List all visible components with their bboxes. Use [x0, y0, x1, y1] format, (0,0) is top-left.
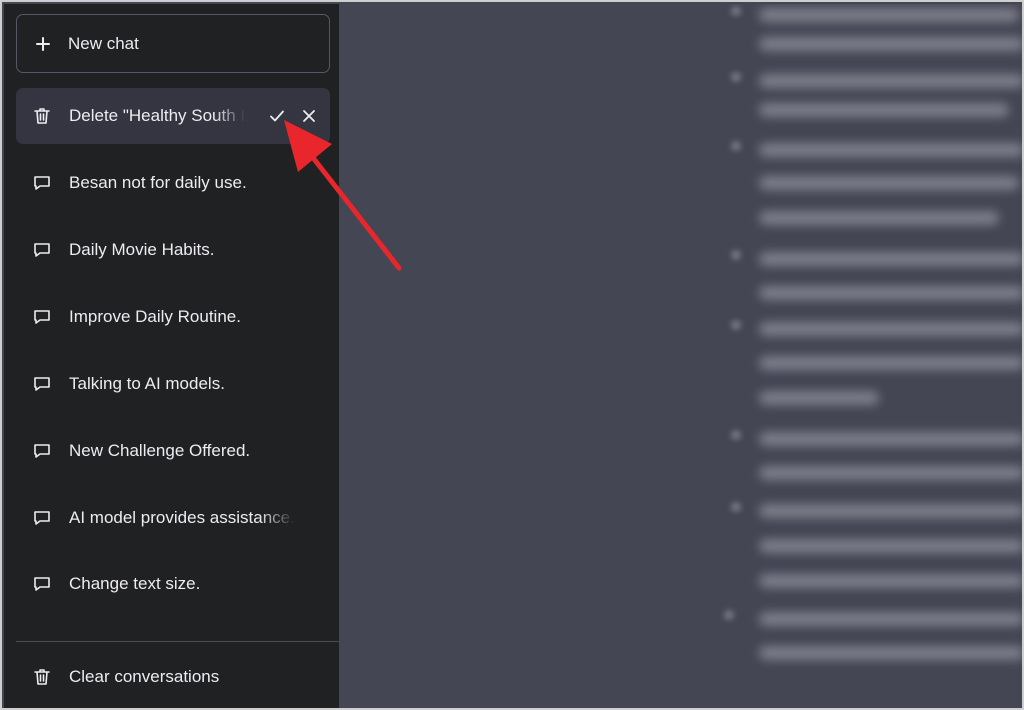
- blurred-text-line: [759, 646, 1022, 660]
- blurred-text-line: [759, 211, 999, 225]
- conversation-label: Besan not for daily use.: [69, 173, 247, 192]
- conversation-label: AI model provides assistance.: [69, 508, 295, 528]
- chat-bubble-icon: [34, 577, 50, 591]
- clear-conversations-button[interactable]: Clear conversations: [16, 650, 330, 704]
- chat-bubble-icon: [34, 176, 50, 190]
- conversation-label: Change text size.: [69, 574, 201, 593]
- chat-bubble-icon: [34, 511, 50, 525]
- chat-bubble-icon: [34, 243, 50, 257]
- trash-icon: [34, 669, 50, 685]
- blurred-text-line: [759, 356, 1022, 370]
- blurred-text-line: [759, 466, 1022, 480]
- blurred-text-line: [759, 286, 1022, 300]
- blurred-bullet: [731, 250, 741, 260]
- chat-bubble-icon: [34, 444, 50, 458]
- clear-conversations-label: Clear conversations: [69, 667, 220, 686]
- blurred-text-line: [759, 574, 1022, 588]
- conversation-item[interactable]: New Challenge Offered.: [16, 423, 330, 479]
- blurred-text-line: [759, 37, 1022, 51]
- conversation-label: Daily Movie Habits.: [69, 240, 215, 259]
- trash-icon: [34, 108, 50, 124]
- plus-icon: [35, 36, 51, 52]
- conversation-label: New Challenge Offered.: [69, 441, 251, 460]
- blurred-text-line: [759, 539, 1022, 553]
- confirm-actions: [268, 88, 318, 144]
- chat-bubble-icon: [34, 377, 50, 391]
- blurred-bullet: [724, 610, 734, 620]
- blurred-bullet: [731, 320, 741, 330]
- conversation-item[interactable]: Change text size.: [16, 556, 330, 612]
- delete-confirm-label: Delete "Healthy South I: [69, 106, 246, 126]
- conversation-label: Improve Daily Routine.: [69, 307, 241, 326]
- sidebar: New chat Delete "Healthy South I Besan n…: [4, 4, 339, 708]
- blurred-text-line: [759, 74, 1022, 88]
- blurred-bullet: [731, 430, 741, 440]
- blurred-bullet: [731, 502, 741, 512]
- new-chat-label: New chat: [68, 33, 139, 53]
- blurred-text-line: [759, 432, 1022, 446]
- conversation-item[interactable]: Talking to AI models.: [16, 356, 330, 412]
- conversation-item[interactable]: AI model provides assistance.: [16, 490, 330, 546]
- blurred-text-line: [759, 176, 1019, 190]
- blurred-text-line: [759, 103, 1009, 117]
- sidebar-divider: [16, 641, 339, 642]
- conversation-item[interactable]: Besan not for daily use.: [16, 155, 330, 211]
- blurred-text-line: [759, 8, 1019, 22]
- conversation-item[interactable]: Improve Daily Routine.: [16, 289, 330, 345]
- conversation-item-delete-confirm[interactable]: Delete "Healthy South I: [16, 88, 330, 144]
- new-chat-button[interactable]: New chat: [16, 14, 330, 73]
- chat-bubble-icon: [34, 310, 50, 324]
- blurred-bullet: [731, 6, 741, 16]
- chat-content-blurred: [339, 4, 1022, 708]
- blurred-bullet: [731, 141, 741, 151]
- blurred-text-line: [759, 612, 1022, 626]
- blurred-text-line: [759, 391, 879, 405]
- blurred-bullet: [731, 72, 741, 82]
- conversation-label: Talking to AI models.: [69, 374, 225, 393]
- blurred-text-line: [759, 252, 1022, 266]
- screenshot-frame: New chat Delete "Healthy South I Besan n…: [0, 0, 1024, 710]
- blurred-text-line: [759, 143, 1022, 157]
- blurred-text-line: [759, 504, 1022, 518]
- close-icon[interactable]: [300, 107, 318, 125]
- conversation-item[interactable]: Daily Movie Habits.: [16, 222, 330, 278]
- check-icon[interactable]: [268, 107, 286, 125]
- blurred-text-line: [759, 322, 1022, 336]
